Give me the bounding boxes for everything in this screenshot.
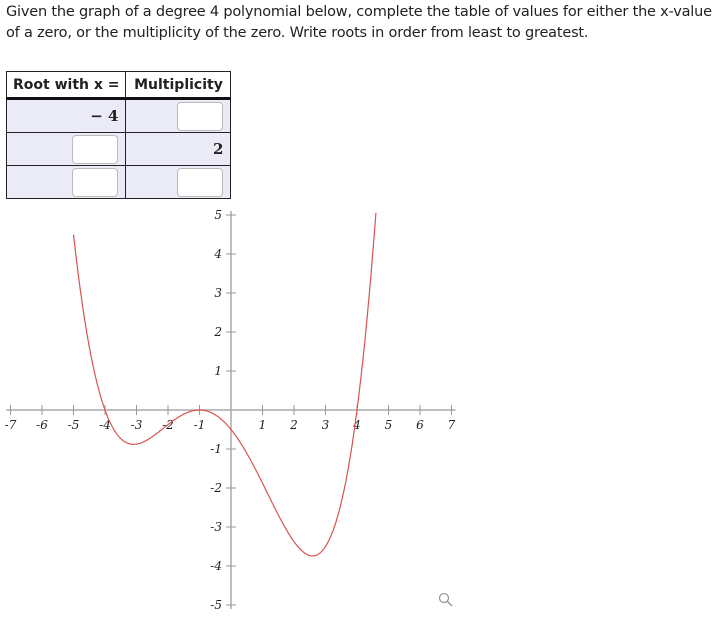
multiplicity-cell	[125, 98, 232, 133]
x-tick-label: 2	[289, 418, 298, 432]
y-tick-label: -3	[210, 520, 222, 534]
y-tick-label: -4	[210, 559, 222, 573]
y-tick-label: -2	[210, 481, 222, 495]
root-input[interactable]	[72, 134, 119, 164]
y-tick-label: 3	[214, 286, 222, 300]
x-tick-label: 4	[352, 418, 361, 432]
x-tick-label: -1	[194, 418, 206, 432]
table-row	[5, 165, 232, 199]
question-prompt: Given the graph of a degree 4 polynomial…	[6, 4, 712, 41]
y-tick-label: 5	[214, 208, 222, 222]
root-input[interactable]	[72, 167, 119, 197]
y-tick-label: -1	[210, 442, 222, 456]
x-tick-label: 3	[322, 418, 330, 432]
multiplicity-input[interactable]	[177, 167, 224, 197]
multiplicity-cell	[125, 165, 232, 199]
polynomial-curve	[72, 212, 377, 557]
x-tick-label: 5	[385, 418, 393, 432]
x-tick-label: -5	[68, 418, 80, 432]
x-tick-label: 6	[416, 418, 424, 432]
x-tick-label: 1	[259, 418, 267, 432]
table-row: − 4	[5, 98, 232, 133]
y-tick-label: 4	[213, 247, 222, 261]
y-tick-label: 1	[214, 364, 222, 378]
multiplicity-input[interactable]	[177, 101, 224, 131]
y-tick-label: -5	[210, 598, 222, 612]
x-tick-label: 7	[448, 418, 456, 432]
multiplicity-value: 2	[125, 132, 232, 166]
root-cell	[5, 165, 127, 199]
root-value: − 4	[5, 98, 127, 133]
header-root: Root with x =	[5, 71, 127, 100]
x-tick-label: -6	[36, 418, 48, 432]
header-multiplicity: Multiplicity	[125, 71, 232, 100]
x-tick-label: -7	[5, 418, 17, 432]
y-tick-label: 2	[213, 325, 222, 339]
magnifier-icon[interactable]	[438, 592, 454, 612]
x-tick-label: -3	[131, 418, 143, 432]
roots-table: Root with x = Multiplicity − 42	[5, 71, 232, 199]
table-row: 2	[5, 132, 232, 166]
polynomial-graph: -7 -6 -5 -4 -3 -2 -1 1 2 3 4 5 6 754321-1-2-3-4-5	[5, 208, 456, 612]
root-cell	[5, 132, 127, 166]
